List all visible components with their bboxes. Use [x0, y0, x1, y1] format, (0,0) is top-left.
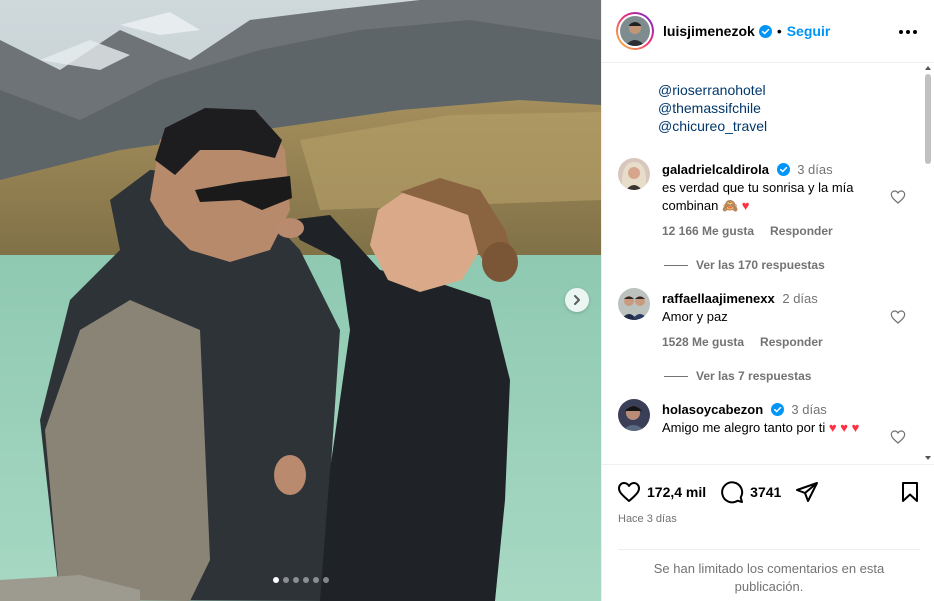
author-avatar-image [620, 16, 650, 46]
carousel-dot [322, 577, 329, 583]
comment-username[interactable]: raffaellaajimenexx 2 días [662, 291, 818, 306]
carousel-indicator [0, 577, 601, 583]
comment-username[interactable]: holasoycabezon 3 días [662, 402, 827, 417]
caption-mention[interactable]: @chicureo_travel [658, 118, 767, 134]
comment-avatar[interactable] [618, 158, 650, 190]
carousel-dot [282, 577, 289, 583]
carousel-dot [292, 577, 299, 583]
reply-button[interactable]: Responder [760, 335, 823, 349]
comment-text: Amigo me alegro tanto por ti ♥ ♥ ♥ [662, 420, 860, 435]
reply-button[interactable]: Responder [770, 224, 833, 238]
comment-like-icon[interactable] [890, 429, 906, 445]
more-options-button[interactable] [897, 22, 919, 42]
follow-button[interactable]: Seguir [787, 23, 831, 39]
verified-badge-icon [776, 163, 790, 176]
verified-badge-icon [758, 24, 772, 38]
verified-badge-icon [770, 403, 784, 416]
heart-emoji: ♥ [741, 198, 750, 213]
comment-meta: 12 166 Me gusta Responder [662, 224, 833, 238]
comment-time[interactable]: 3 días [791, 402, 826, 417]
comments-list[interactable]: @rioserranohotel @themassifchile @chicur… [602, 63, 934, 464]
scroll-down-arrow[interactable] [925, 456, 931, 460]
share-paper-plane-icon[interactable] [795, 480, 819, 504]
carousel-dot [312, 577, 319, 583]
post-media[interactable] [0, 0, 601, 601]
carousel-dot [272, 577, 279, 583]
post-side-panel: luisjimenezok • Seguir @rioserranohotel … [601, 0, 934, 601]
chevron-right-icon [574, 295, 580, 305]
post-date[interactable]: Hace 3 días [618, 513, 677, 525]
post-photo [0, 0, 601, 601]
save-bookmark-icon[interactable] [898, 480, 922, 504]
post-actions: 172,4 mil 3741 Hace 3 días Se han limita… [602, 464, 934, 601]
next-slide-button[interactable] [565, 288, 589, 312]
comment-time[interactable]: 3 días [797, 162, 832, 177]
caption-mention[interactable]: @themassifchile [658, 100, 761, 116]
comment-username[interactable]: galadrielcaldirola 3 días [662, 162, 833, 177]
scroll-up-arrow[interactable] [925, 66, 931, 70]
like-heart-icon[interactable] [617, 480, 641, 504]
view-replies-button[interactable]: Ver las 7 respuestas [664, 369, 811, 383]
comment-meta: 1528 Me gusta Responder [662, 335, 823, 349]
post-header: luisjimenezok • Seguir [602, 0, 934, 63]
comment-avatar[interactable] [618, 399, 650, 431]
author-username[interactable]: luisjimenezok [663, 23, 755, 39]
comment-text: es verdad que tu sonrisa y la mía combin… [662, 180, 854, 213]
comment-count[interactable]: 3741 [750, 484, 781, 500]
comment-time[interactable]: 2 días [782, 291, 817, 306]
carousel-dot [302, 577, 309, 583]
comment-bubble-icon[interactable] [720, 480, 744, 504]
comment-avatar[interactable] [618, 288, 650, 320]
like-count[interactable]: 172,4 mil [647, 484, 706, 500]
more-horizontal-icon [899, 30, 903, 34]
comments-limited-notice: Se han limitado los comentarios en esta … [618, 549, 920, 596]
caption-mention[interactable]: @rioserranohotel [658, 82, 766, 98]
comment-likes[interactable]: 1528 Me gusta [662, 335, 744, 349]
header-separator: • [776, 23, 782, 39]
comment-like-icon[interactable] [890, 309, 906, 325]
author-avatar[interactable] [616, 12, 654, 50]
view-replies-button[interactable]: Ver las 170 respuestas [664, 258, 825, 272]
comments-scrollbar[interactable] [925, 74, 931, 164]
comment-likes[interactable]: 12 166 Me gusta [662, 224, 754, 238]
comment-like-icon[interactable] [890, 189, 906, 205]
heart-emoji: ♥ ♥ ♥ [828, 420, 860, 435]
comment-text: Amor y paz [662, 309, 728, 324]
